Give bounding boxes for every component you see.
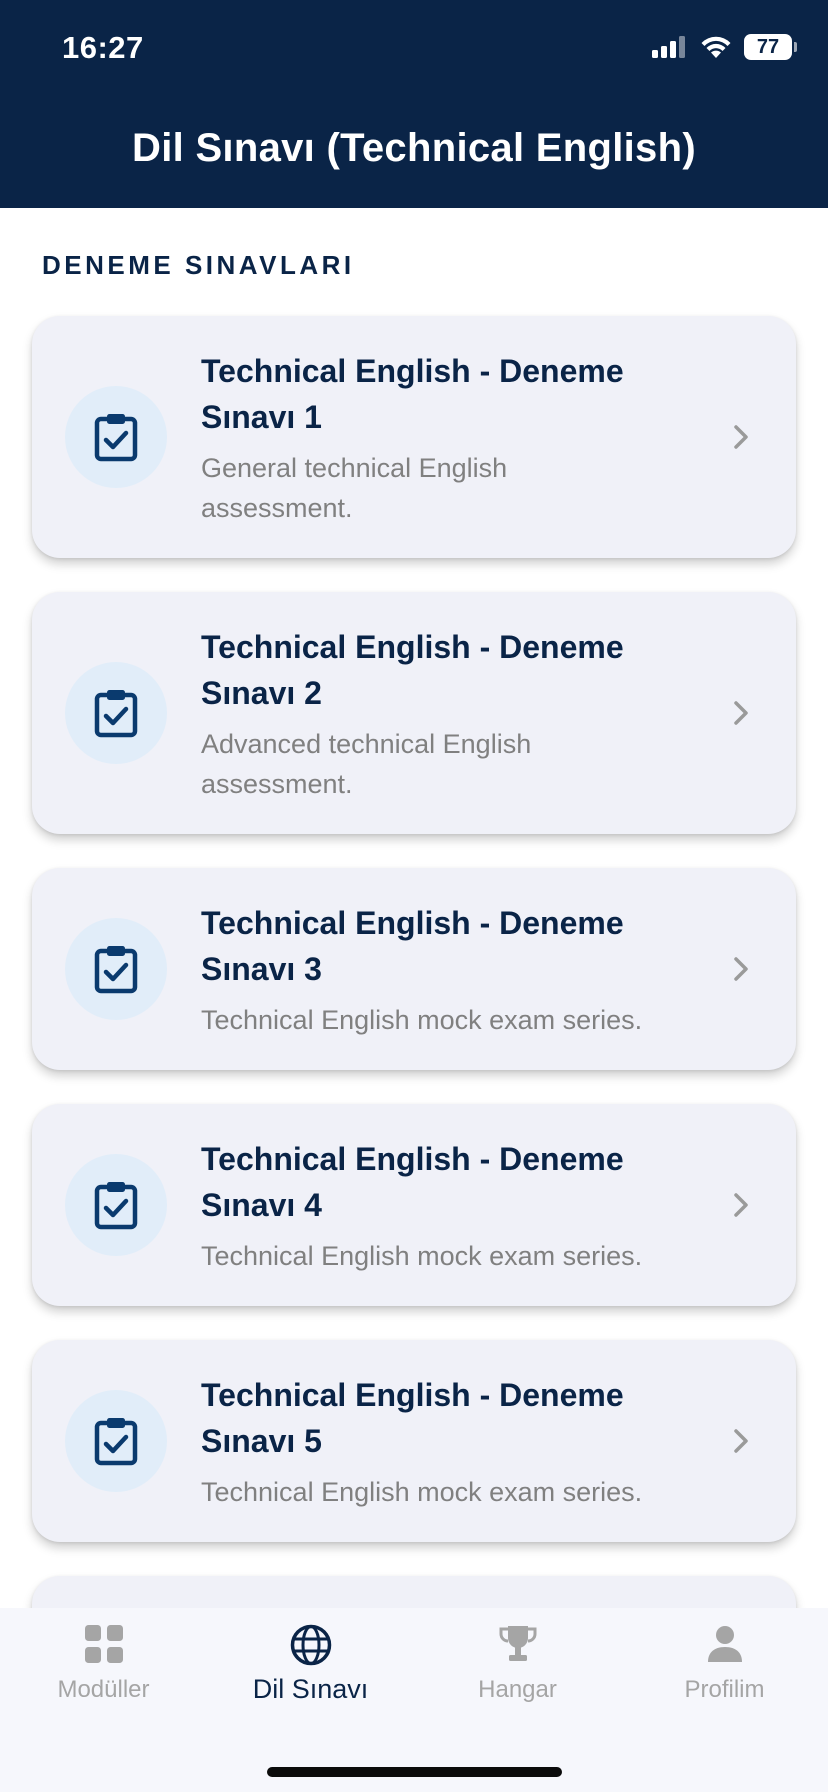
app-header: 16:27 77 Dil Sınavı (Technical English) <box>0 0 828 208</box>
tab-label: Profilim <box>684 1676 765 1703</box>
exam-card[interactable]: Technical English - Deneme Sınavı 2 Advan… <box>32 592 796 834</box>
card-title: Technical English - Deneme Sınavı 2 <box>201 629 624 711</box>
home-indicator <box>267 1767 562 1777</box>
card-title: Technical English - Deneme Sınavı 1 <box>201 353 624 435</box>
bottom-tab-bar: Modüller Dil Sınavı Hangar Profilim <box>0 1608 828 1792</box>
exam-card[interactable]: Technical English - Deneme Sınavı 5 Techn… <box>32 1340 796 1542</box>
cellular-signal-icon <box>652 36 685 58</box>
chevron-right-icon <box>734 1193 748 1217</box>
card-description: Technical English mock exam series. <box>201 1241 643 1271</box>
card-description: Technical English mock exam series. <box>201 1477 643 1507</box>
status-time: 16:27 <box>62 30 144 65</box>
wifi-icon <box>701 36 731 58</box>
card-description: General technical English assessment. <box>201 453 508 523</box>
card-title: Technical English - Deneme Sınavı 5 <box>201 1377 624 1459</box>
card-title: Technical English - Deneme Sınavı 4 <box>201 1141 624 1223</box>
chevron-right-icon <box>734 701 748 725</box>
exam-card[interactable]: Technical English - Deneme Sınavı 3 Techn… <box>32 868 796 1070</box>
clipboard-check-icon <box>65 386 167 488</box>
tab-profilim[interactable]: Profilim <box>621 1624 828 1734</box>
tab-dil-sinavi[interactable]: Dil Sınavı <box>207 1624 414 1734</box>
globe-icon <box>290 1624 331 1666</box>
grid-icon <box>84 1625 123 1663</box>
status-icons: 77 <box>652 34 797 60</box>
battery-icon: 77 <box>744 34 797 60</box>
tab-label: Hangar <box>478 1676 557 1703</box>
person-icon <box>707 1626 742 1662</box>
chevron-right-icon <box>734 1429 748 1453</box>
tab-moduller[interactable]: Modüller <box>0 1624 207 1734</box>
clipboard-check-icon <box>65 662 167 764</box>
trophy-icon <box>499 1626 536 1661</box>
section-label: DENEME SINAVLARI <box>42 250 355 280</box>
page-title: Dil Sınavı (Technical English) <box>132 126 696 170</box>
tab-hangar[interactable]: Hangar <box>414 1624 621 1734</box>
clipboard-check-icon <box>65 1154 167 1256</box>
exam-card[interactable]: Technical English - Deneme Sınavı 4 Techn… <box>32 1104 796 1306</box>
clipboard-check-icon <box>65 1390 167 1492</box>
chevron-right-icon <box>734 425 748 449</box>
tab-label: Dil Sınavı <box>252 1674 369 1704</box>
card-description: Technical English mock exam series. <box>201 1005 643 1035</box>
tab-label: Modüller <box>57 1676 150 1703</box>
card-title: Technical English - Deneme Sınavı 3 <box>201 905 624 987</box>
card-description: Advanced technical English assessment. <box>201 729 532 799</box>
exam-card[interactable]: Technical English - Deneme Sınavı 1 Gener… <box>32 316 796 558</box>
chevron-right-icon <box>734 957 748 981</box>
clipboard-check-icon <box>65 918 167 1020</box>
